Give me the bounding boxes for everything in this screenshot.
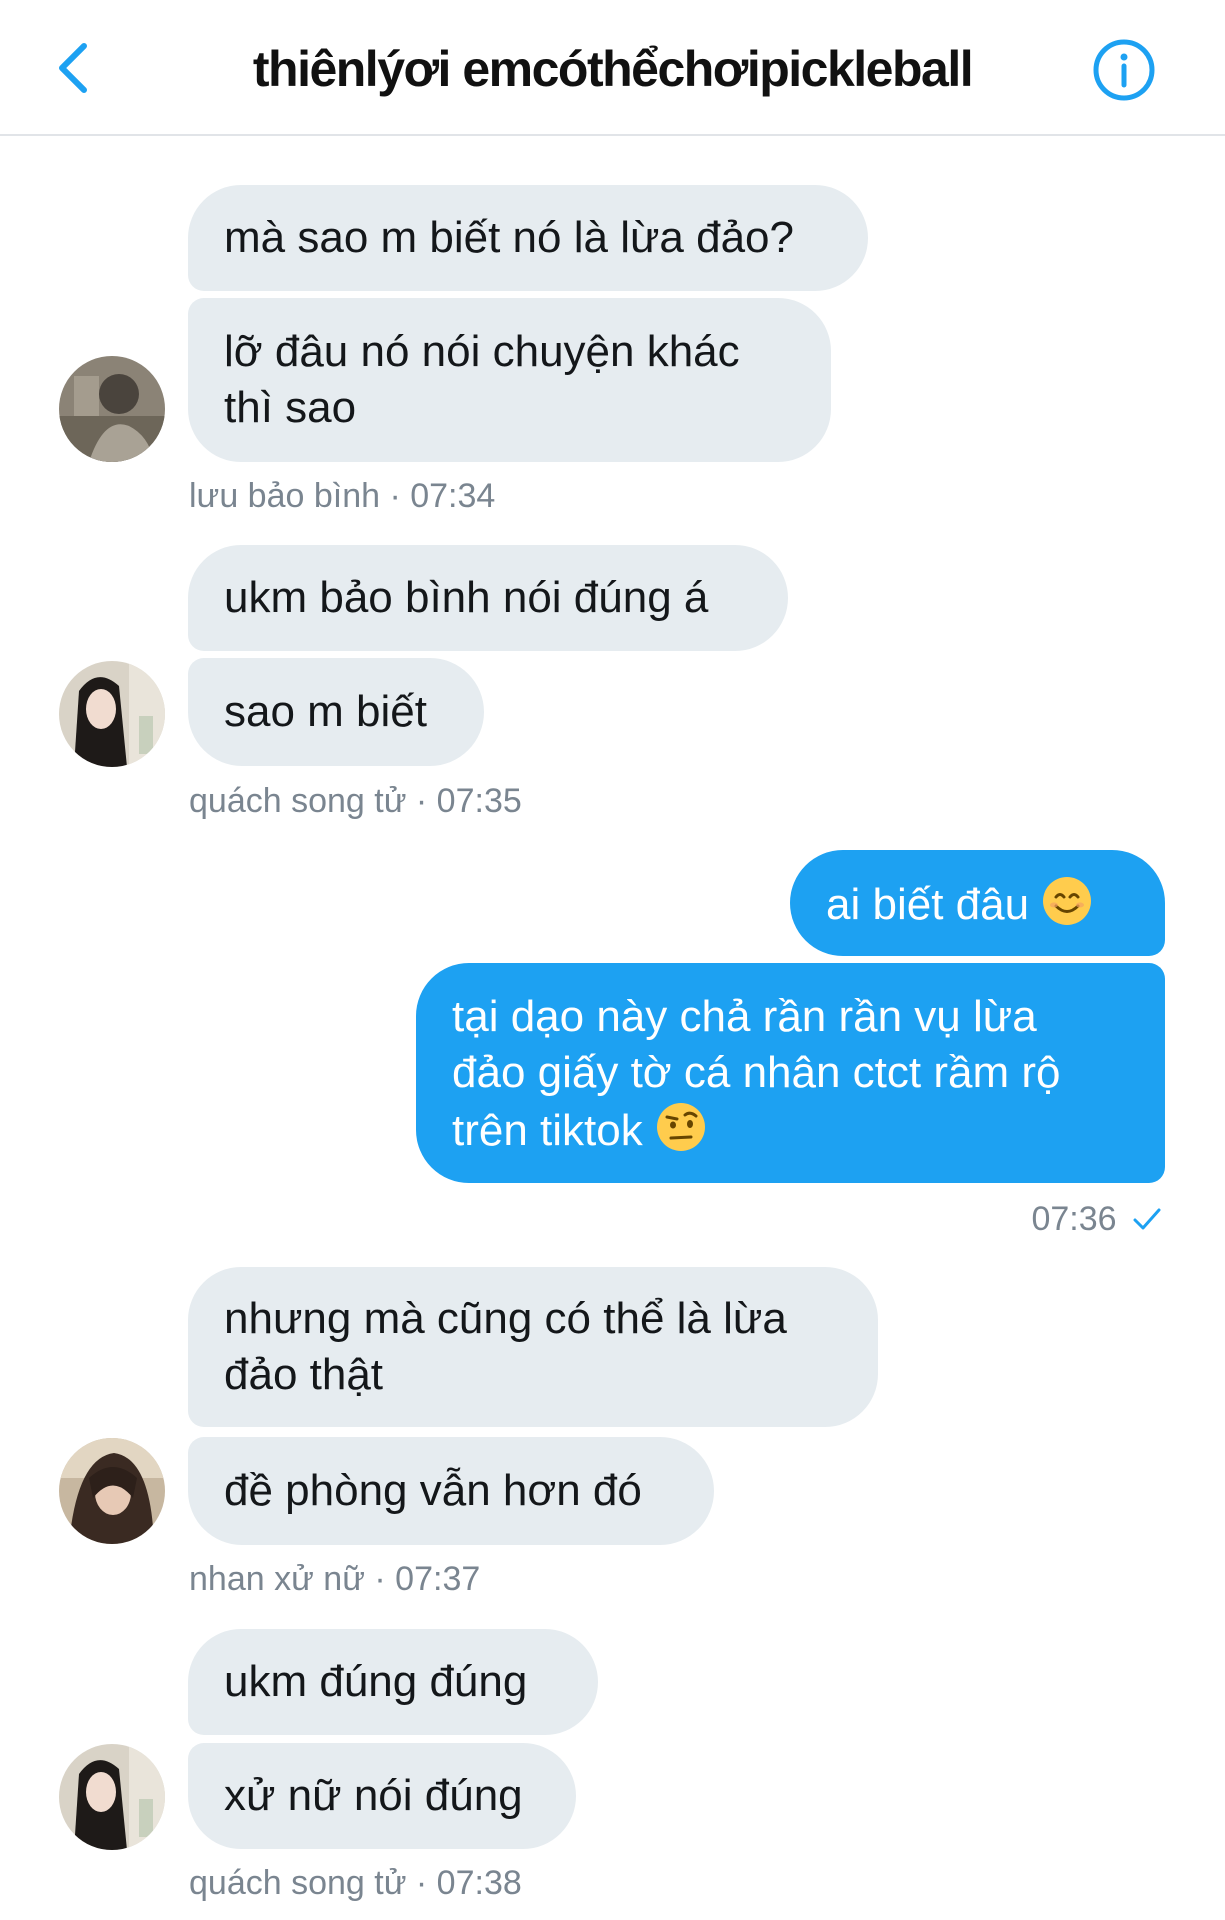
message-time: 07:36 (1031, 1200, 1117, 1238)
message-bubble[interactable]: lỡ đâu nó nói chuyện khác thì sao (188, 298, 831, 462)
message-text: nhưng mà cũng có thể là lừa đảo thật (224, 1294, 787, 1399)
back-button[interactable] (48, 36, 100, 100)
message-bubble[interactable]: nhưng mà cũng có thể là lừa đảo thật (188, 1267, 878, 1427)
avatar-image (59, 1744, 165, 1850)
message-bubble[interactable]: ukm đúng đúng (188, 1629, 598, 1735)
checkmark-icon (1133, 1208, 1161, 1230)
message-text: ai biết đâu (826, 880, 1030, 929)
message-text: ukm bảo bình nói đúng á (224, 573, 709, 622)
message-bubble[interactable]: mà sao m biết nó là lừa đảo? (188, 185, 868, 291)
info-circle-icon (1093, 39, 1155, 101)
message-content: ai biết đâu (826, 875, 1129, 933)
message-meta-outgoing: 07:36 (1031, 1200, 1162, 1239)
message-meta: nhan xử nữ · 07:37 (189, 1560, 481, 1598)
conversation-title: thiênlýơi emcóthểchơipickleball (252, 41, 974, 97)
message-content: tại dạo này chả rần rần vụ lừa đảo giấy … (452, 989, 1129, 1159)
message-bubble[interactable]: sao m biết (188, 658, 484, 766)
message-meta: lưu bảo bình · 07:34 (189, 477, 496, 515)
avatar[interactable] (59, 1438, 165, 1544)
message-bubble[interactable]: ukm bảo bình nói đúng á (188, 545, 788, 651)
message-text: đề phòng vẫn hơn đó (224, 1466, 642, 1515)
avatar-image (59, 1438, 165, 1544)
message-bubble[interactable]: đề phòng vẫn hơn đó (188, 1437, 714, 1545)
smiling-face-emoji (1043, 877, 1092, 925)
message-text: mà sao m biết nó là lừa đảo? (224, 213, 795, 262)
message-meta: quách song tử · 07:35 (189, 782, 522, 820)
avatar[interactable] (59, 661, 165, 767)
message-bubble-outgoing[interactable]: tại dạo này chả rần rần vụ lừa đảo giấy … (416, 963, 1165, 1183)
message-text: tại dạo này chả rần rần vụ lừa đảo giấy … (452, 992, 1061, 1155)
avatar[interactable] (59, 356, 165, 462)
chevron-left-icon (59, 43, 87, 93)
message-meta: quách song tử · 07:38 (189, 1864, 522, 1902)
avatar[interactable] (59, 1744, 165, 1850)
message-text: lỡ đâu nó nói chuyện khác thì sao (224, 327, 740, 432)
avatar-image (59, 356, 165, 462)
message-bubble-outgoing[interactable]: ai biết đâu (790, 850, 1165, 956)
message-text: ukm đúng đúng (224, 1657, 528, 1706)
message-text: sao m biết (224, 687, 427, 736)
info-button[interactable] (1092, 38, 1156, 102)
raised-eyebrow-face-emoji (656, 1103, 705, 1151)
message-bubble[interactable]: xử nữ nói đúng (188, 1743, 576, 1849)
avatar-image (59, 661, 165, 767)
conversation-header: thiênlýơi emcóthểchơipickleball (0, 0, 1225, 136)
message-text: xử nữ nói đúng (224, 1771, 523, 1820)
